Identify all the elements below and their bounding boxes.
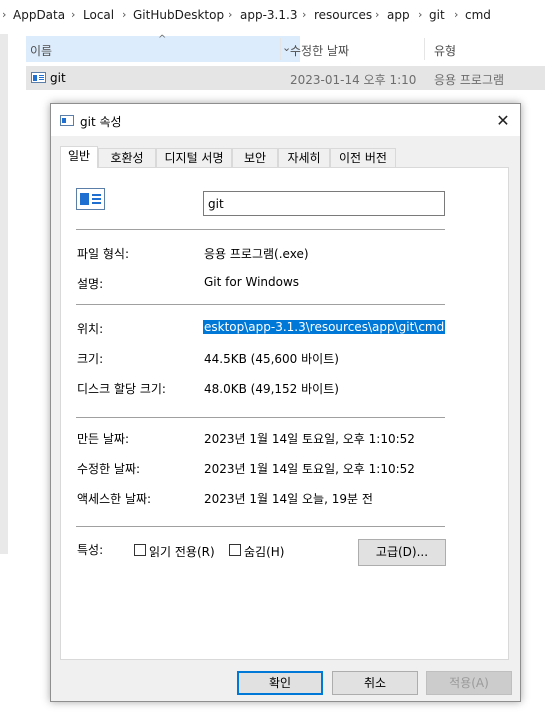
application-icon xyxy=(76,188,105,210)
chevron-right-icon[interactable]: › xyxy=(375,8,379,21)
filename-input[interactable] xyxy=(203,191,445,216)
chevron-right-icon[interactable]: › xyxy=(228,8,232,21)
dialog-title: git 속성 xyxy=(80,115,122,129)
chevron-right-icon[interactable]: › xyxy=(122,8,126,21)
modified-label: 수정한 날짜: xyxy=(77,462,141,476)
column-name-label: 이름 xyxy=(30,44,53,58)
chevron-right-icon[interactable]: › xyxy=(454,8,458,21)
size-label: 크기: xyxy=(77,352,104,366)
disk-size-value: 48.0KB (49,152 바이트) xyxy=(204,382,339,396)
sort-up-icon: ^ xyxy=(158,34,167,45)
application-icon xyxy=(60,115,74,126)
breadcrumb-appdata[interactable]: AppData xyxy=(13,8,65,22)
chevron-right-icon[interactable]: › xyxy=(418,8,422,21)
properties-dialog: git 속성 ✕ 일반 호환성 디지털 서명 보안 자세히 이전 버전 파일 형… xyxy=(50,103,521,702)
close-icon[interactable]: ✕ xyxy=(489,108,517,134)
description-value: Git for Windows xyxy=(204,275,300,289)
breadcrumb-resources[interactable]: resources xyxy=(314,8,372,22)
size-value: 44.5KB (45,600 바이트) xyxy=(204,352,339,366)
apply-button[interactable]: 적용(A) xyxy=(426,671,512,695)
created-value: 2023년 1월 14일 토요일, 오후 1:10:52 xyxy=(204,432,415,446)
chevron-right-icon[interactable]: › xyxy=(2,8,6,21)
ok-button[interactable]: 확인 xyxy=(237,671,323,695)
file-row-git[interactable]: git 2023-01-14 오후 1:10 응용 프로그램 xyxy=(26,66,545,90)
filetype-label: 파일 형식: xyxy=(77,247,130,261)
accessed-label: 액세스한 날짜: xyxy=(77,492,152,506)
readonly-checkbox[interactable] xyxy=(134,544,146,556)
tab-details[interactable]: 자세히 xyxy=(278,148,330,167)
modified-value: 2023년 1월 14일 토요일, 오후 1:10:52 xyxy=(204,462,415,476)
hidden-label[interactable]: 숨김(H) xyxy=(244,543,284,560)
column-divider[interactable] xyxy=(424,38,425,60)
file-date: 2023-01-14 오후 1:10 xyxy=(290,73,417,87)
chevron-right-icon[interactable]: › xyxy=(71,8,75,21)
file-type: 응용 프로그램 xyxy=(434,73,505,87)
breadcrumb-git[interactable]: git xyxy=(429,8,445,22)
location-value[interactable]: esktop\app-3.1.3\resources\app\git\cmd xyxy=(203,320,445,334)
breadcrumb-cmd[interactable]: cmd xyxy=(465,8,491,22)
hidden-checkbox[interactable] xyxy=(229,544,241,556)
readonly-label[interactable]: 읽기 전용(R) xyxy=(149,543,215,560)
tab-previous-versions[interactable]: 이전 버전 xyxy=(330,148,396,167)
general-panel: 파일 형식: 응용 프로그램(.exe) 설명: Git for Windows… xyxy=(60,167,509,660)
breadcrumb-app[interactable]: app xyxy=(387,8,410,22)
breadcrumb-app-version[interactable]: app-3.1.3 xyxy=(240,8,297,22)
breadcrumb-githubdesktop[interactable]: GitHubDesktop xyxy=(133,8,224,22)
column-date-header[interactable]: 수정한 날짜 xyxy=(290,42,349,59)
location-label: 위치: xyxy=(77,322,104,336)
divider xyxy=(76,304,445,305)
file-name: git xyxy=(50,71,66,85)
description-label: 설명: xyxy=(77,277,104,291)
breadcrumb-local[interactable]: Local xyxy=(83,8,114,22)
accessed-value: 2023년 1월 14일 오늘, 19분 전 xyxy=(204,492,373,506)
chevron-right-icon[interactable]: › xyxy=(302,8,306,21)
navigation-pane-edge xyxy=(0,34,8,554)
column-name-header[interactable]: 이름 ^ ⌄ xyxy=(26,34,300,62)
attributes-label: 특성: xyxy=(77,543,104,557)
cancel-button[interactable]: 취소 xyxy=(332,671,418,695)
tab-digital-signatures[interactable]: 디지털 서명 xyxy=(156,148,232,167)
address-breadcrumb: › AppData › Local › GitHubDesktop › app-… xyxy=(0,0,545,32)
application-icon xyxy=(31,72,46,83)
divider xyxy=(76,229,445,230)
dialog-titlebar[interactable]: git 속성 ✕ xyxy=(51,104,520,136)
divider xyxy=(76,417,445,418)
tab-general[interactable]: 일반 xyxy=(60,146,98,168)
column-divider[interactable] xyxy=(280,38,281,60)
created-label: 만든 날짜: xyxy=(77,432,130,446)
column-header: 이름 ^ ⌄ 수정한 날짜 유형 xyxy=(16,34,545,62)
tab-compatibility[interactable]: 호환성 xyxy=(98,148,156,167)
filetype-value: 응용 프로그램(.exe) xyxy=(204,247,309,261)
tab-security[interactable]: 보안 xyxy=(232,148,278,167)
disk-size-label: 디스크 할당 크기: xyxy=(77,382,166,396)
divider xyxy=(76,526,445,527)
column-type-header[interactable]: 유형 xyxy=(434,42,456,59)
advanced-button[interactable]: 고급(D)... xyxy=(358,539,446,566)
